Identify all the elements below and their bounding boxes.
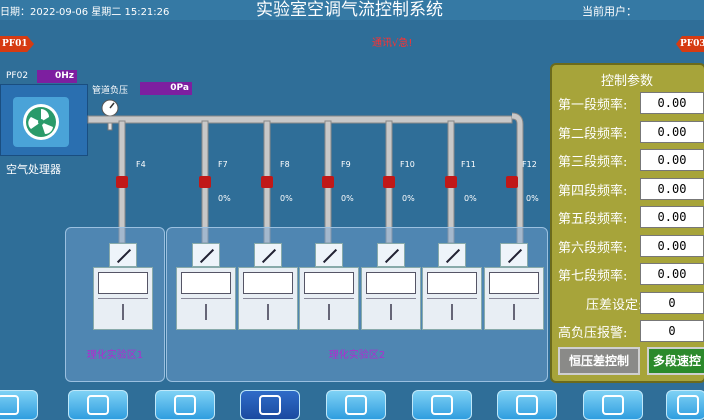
valve-percent: 0%	[341, 194, 354, 203]
param-label: 第六段频率:	[558, 241, 628, 256]
zone-1-label: 理化实验区1	[86, 350, 144, 361]
valve-label: F9	[341, 160, 351, 169]
param-input[interactable]: 0.00	[640, 149, 704, 171]
settings-icon	[516, 395, 538, 415]
next-page-button[interactable]: PF03	[676, 36, 704, 52]
param-label: 高负压报警:	[558, 326, 628, 341]
fume-hood[interactable]	[176, 243, 236, 330]
param-label: 第五段频率:	[558, 212, 628, 227]
valve-label: F11	[461, 160, 476, 169]
param-input[interactable]: 0.00	[640, 263, 704, 285]
param-input[interactable]: 0	[640, 292, 704, 314]
valve-icon[interactable]	[116, 176, 128, 188]
valve-percent: 0%	[526, 194, 539, 203]
valve-percent: 0%	[464, 194, 477, 203]
report-icon	[345, 395, 367, 415]
valve-label: F4	[136, 160, 146, 169]
bottom-nav	[0, 386, 704, 420]
user-icon	[602, 395, 624, 415]
valve-label: F8	[280, 160, 290, 169]
home-icon	[0, 395, 19, 415]
param-row: 高负压报警: 0	[558, 320, 704, 342]
fume-hood[interactable]	[299, 243, 359, 330]
valve-icon[interactable]	[322, 176, 334, 188]
monitor-icon	[87, 395, 109, 415]
valve-percent: 0%	[402, 194, 415, 203]
param-input[interactable]: 0.00	[640, 235, 704, 257]
param-row: 第五段频率: 0.00	[558, 206, 704, 228]
param-label: 第二段频率:	[558, 127, 628, 142]
param-row: 第四段频率: 0.00	[558, 178, 704, 200]
param-row: 第七段频率: 0.00	[558, 263, 704, 285]
param-input[interactable]: 0.00	[640, 206, 704, 228]
valve-percent: 0%	[280, 194, 293, 203]
nav-chart[interactable]	[155, 390, 215, 420]
valve-icon[interactable]	[506, 176, 518, 188]
param-row: 第二段频率: 0.00	[558, 121, 704, 143]
valve-label: F12	[522, 160, 537, 169]
valve-icon[interactable]	[261, 176, 273, 188]
power-icon	[677, 395, 699, 415]
multi-speed-button[interactable]: 多段速控	[647, 347, 704, 375]
fume-hood[interactable]	[422, 243, 482, 330]
param-label: 压差设定:	[586, 298, 643, 313]
param-input[interactable]: 0	[640, 320, 704, 342]
param-label: 第七段频率:	[558, 269, 628, 284]
current-user-label: 当前用户：	[582, 5, 637, 18]
nav-home[interactable]	[0, 390, 38, 420]
param-label: 第三段频率:	[558, 155, 628, 170]
param-label: 第一段频率:	[558, 98, 628, 113]
zone-2-label: 理化实验区2	[328, 350, 386, 361]
valve-icon[interactable]	[199, 176, 211, 188]
nav-power[interactable]	[666, 390, 704, 420]
param-input[interactable]: 0.00	[640, 92, 704, 114]
param-row: 第一段频率: 0.00	[558, 92, 704, 114]
valve-label: F7	[218, 160, 228, 169]
hand-icon	[259, 395, 281, 415]
valve-label: F10	[400, 160, 415, 169]
nav-user[interactable]	[583, 390, 643, 420]
param-label: 第四段频率:	[558, 184, 628, 199]
nav-monitor[interactable]	[68, 390, 128, 420]
valve-icon[interactable]	[445, 176, 457, 188]
fume-hood[interactable]	[93, 243, 153, 330]
param-row: 压差设定: 0	[558, 292, 704, 314]
chart-icon	[174, 395, 196, 415]
nav-control[interactable]	[240, 390, 300, 420]
panel-title: 控制参数	[600, 74, 653, 89]
nav-report[interactable]	[326, 390, 386, 420]
valve-icon[interactable]	[383, 176, 395, 188]
control-params-panel: 控制参数 第一段频率: 0.00 第二段频率: 0.00 第三段频率: 0.00 第四…	[550, 63, 704, 383]
param-input[interactable]: 0.00	[640, 178, 704, 200]
param-input[interactable]: 0.00	[640, 121, 704, 143]
duct-network	[87, 112, 524, 244]
param-row: 第三段频率: 0.00	[558, 149, 704, 171]
param-row: 第六段频率: 0.00	[558, 235, 704, 257]
constant-pressure-button[interactable]: 恒压差控制	[558, 347, 640, 375]
valve-percent: 0%	[218, 194, 231, 203]
nav-history[interactable]	[412, 390, 472, 420]
fume-hood[interactable]	[484, 243, 544, 330]
history-icon	[431, 395, 453, 415]
nav-settings[interactable]	[497, 390, 557, 420]
fume-hood[interactable]	[361, 243, 421, 330]
fume-hood[interactable]	[238, 243, 298, 330]
